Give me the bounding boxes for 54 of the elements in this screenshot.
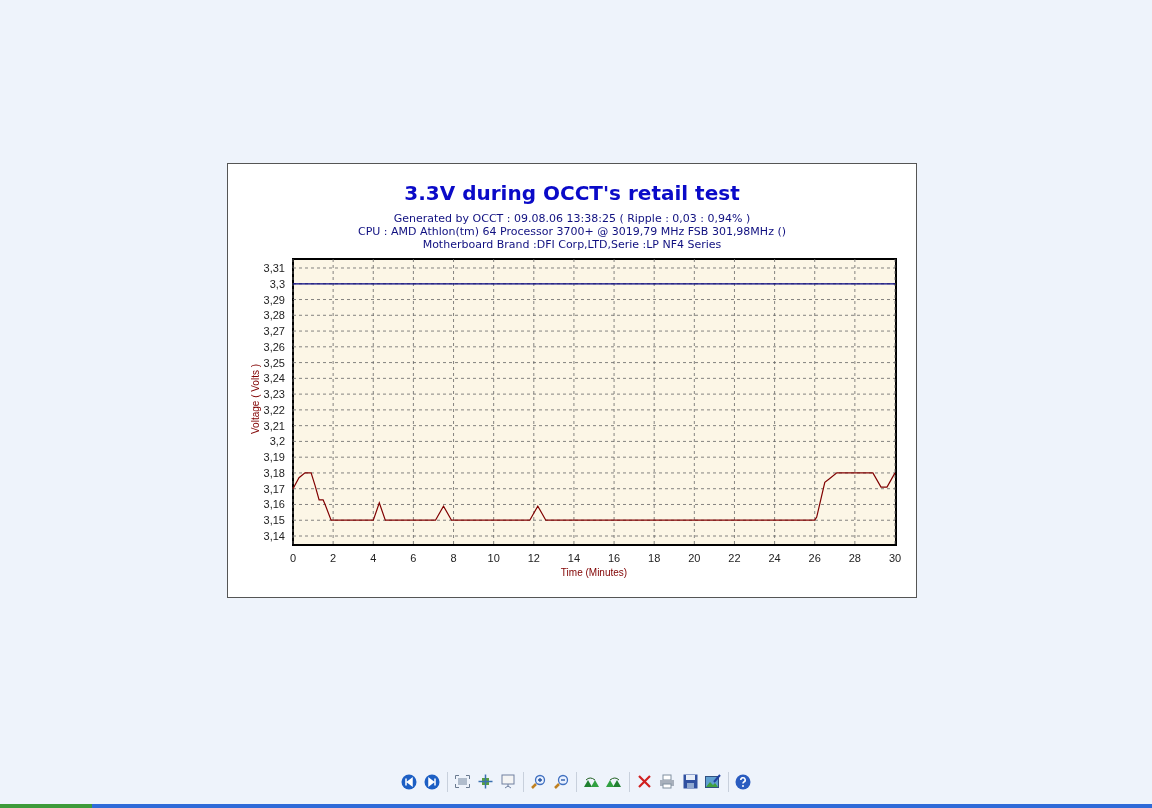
chart-subtitle: CPU : AMD Athlon(tm) 64 Processor 3700+ @ 3019,79 MHz FSB 301,98MHz () [358, 225, 786, 238]
x-tick-label: 16 [607, 552, 621, 564]
chart-subtitle: Motherboard Brand :DFI Corp,LTD,Serie :LP NF4 Series [422, 238, 722, 251]
previous-icon [401, 773, 417, 790]
frame-corners-icon [454, 775, 470, 788]
y-tick-label: 3,25 [263, 356, 285, 369]
x-tick-label: 2 [330, 552, 337, 564]
x-tick-label: 6 [410, 552, 417, 564]
y-tick-label: 3,14 [263, 530, 285, 542]
x-axis-title: Time (Minutes) [560, 567, 628, 578]
x-tick-label: 4 [370, 552, 377, 564]
x-tick-label: 24 [768, 552, 781, 564]
projector-screen-icon [501, 774, 515, 789]
x-tick-label: 28 [848, 552, 861, 564]
y-tick-label: 3,21 [263, 419, 285, 432]
y-tick-label: 3,29 [263, 293, 285, 306]
y-tick-label: 3,3 [269, 277, 285, 290]
x-tick-label: 18 [648, 552, 661, 564]
close-icon [637, 775, 651, 788]
arrows-out-icon [477, 774, 493, 789]
x-tick-label: 26 [808, 552, 821, 564]
chart-title: 3.3V during OCCT's retail test [404, 180, 740, 207]
y-tick-label: 3,19 [263, 451, 285, 464]
y-axis-title: Voltage ( Volts ) [250, 364, 261, 434]
y-tick-label: 3,28 [263, 309, 285, 322]
y-tick-label: 3,2 [269, 435, 285, 448]
printer-icon [659, 774, 675, 789]
zoom-in-icon [530, 773, 546, 790]
y-tick-label: 3,23 [263, 388, 285, 401]
y-tick-label: 3,18 [263, 466, 285, 479]
y-tick-label: 3,17 [263, 482, 285, 495]
picture-pencil-icon [705, 774, 721, 789]
y-tick-label: 3,24 [263, 372, 285, 385]
y-tick-label: 3,26 [263, 340, 285, 353]
x-tick-label: 8 [450, 552, 457, 564]
zoom-out-icon [553, 773, 569, 790]
x-tick-label: 0 [289, 552, 297, 564]
y-tick-label: 3,15 [263, 514, 285, 527]
x-tick-label: 10 [487, 552, 500, 564]
start-button[interactable] [0, 804, 92, 808]
x-tick-label: 30 [888, 552, 902, 564]
y-tick-label: 3,16 [263, 498, 285, 511]
rotate-arrows-icon [606, 775, 622, 788]
next-icon [424, 773, 440, 790]
help-icon [735, 773, 751, 790]
y-tick-label: 3,27 [263, 325, 285, 338]
chart-subtitle: Generated by OCCT : 09.08.06 13:38:25 ( Ripple : 0,03 : 0,94% ) [393, 212, 751, 225]
x-tick-label: 12 [527, 552, 540, 564]
x-tick-label: 20 [688, 552, 701, 564]
y-tick-label: 3,22 [263, 403, 285, 416]
x-tick-label: 22 [728, 552, 741, 564]
rotate-arrows-icon [583, 775, 599, 788]
y-tick-label: 3,31 [263, 262, 285, 274]
x-tick-label: 14 [567, 552, 581, 564]
